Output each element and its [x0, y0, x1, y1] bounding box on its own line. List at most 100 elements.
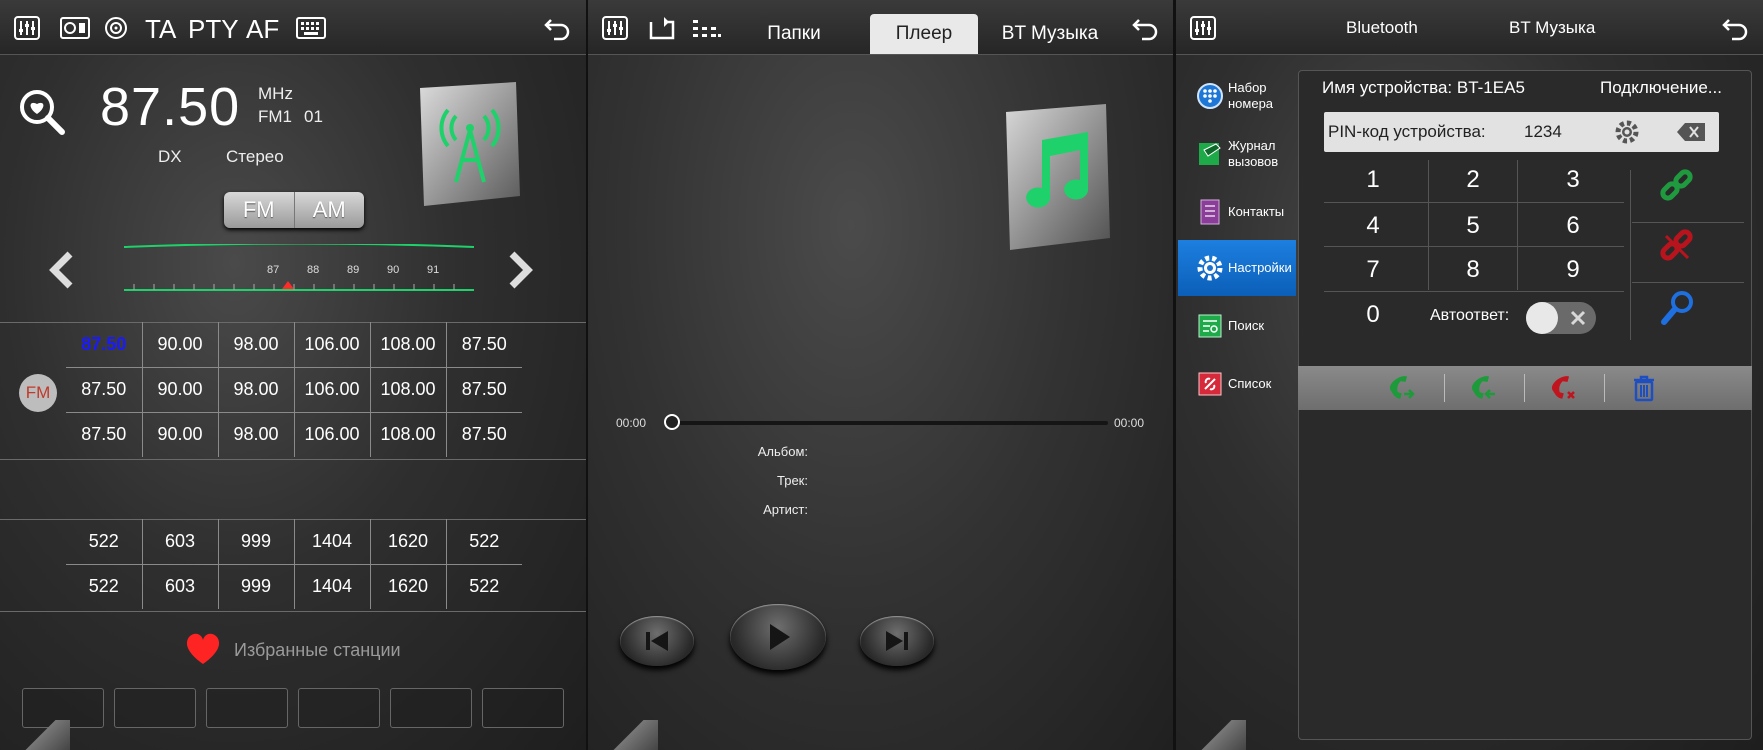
sidebar-item-contacts[interactable]: Контакты	[1178, 184, 1296, 240]
unit-label: MHz	[258, 84, 293, 103]
sidebar-item-search[interactable]: Поиск	[1178, 298, 1296, 354]
sidebar-item-list[interactable]: Список	[1178, 356, 1296, 412]
band-switch: FM AM	[224, 192, 364, 228]
key-9[interactable]: 9	[1528, 248, 1618, 292]
preset-cell[interactable]: 90.00	[141, 322, 218, 367]
backspace-icon[interactable]	[1676, 122, 1706, 142]
auto-answer-toggle[interactable]	[1526, 302, 1596, 334]
end-call-icon[interactable]	[1548, 374, 1578, 402]
gear-icon[interactable]	[1614, 119, 1640, 145]
preset-cell[interactable]: 108.00	[369, 411, 446, 457]
frequency-scale[interactable]	[123, 242, 475, 292]
preset-cell[interactable]: 87.50	[66, 322, 142, 367]
back-icon[interactable]	[544, 16, 572, 42]
progress-knob[interactable]	[664, 414, 680, 430]
key-2[interactable]: 2	[1428, 158, 1518, 202]
ta-button[interactable]: TA	[145, 14, 176, 45]
favorite-slot[interactable]	[114, 688, 196, 728]
tab-bt-music[interactable]: BT Музыка	[988, 14, 1112, 54]
bluetooth-topbar	[1176, 0, 1763, 55]
preset-cell[interactable]: 999	[217, 563, 294, 609]
previous-button[interactable]	[620, 616, 694, 666]
scan-icon[interactable]	[104, 16, 128, 40]
preset-cell[interactable]: 98.00	[217, 411, 294, 457]
sidebar-item-dialpad[interactable]: Набор номера	[1178, 68, 1296, 124]
search-device-icon[interactable]	[1660, 290, 1694, 326]
favorite-slot[interactable]	[298, 688, 380, 728]
transfer-call-icon[interactable]	[1468, 374, 1498, 402]
playlist-icon[interactable]	[692, 18, 722, 40]
keyboard-icon[interactable]	[296, 16, 326, 40]
preset-cell[interactable]: 98.00	[217, 322, 294, 367]
af-button[interactable]: AF	[246, 14, 279, 45]
answer-call-icon[interactable]	[1386, 374, 1416, 402]
preset-cell[interactable]: 108.00	[369, 366, 446, 412]
disconnect-link-icon[interactable]	[1660, 228, 1694, 264]
next-button[interactable]	[860, 616, 934, 666]
favorite-slot[interactable]	[482, 688, 564, 728]
keypad-divider	[1324, 246, 1624, 247]
preset-cell[interactable]: 87.50	[445, 322, 522, 367]
key-5[interactable]: 5	[1428, 204, 1518, 248]
tab-player[interactable]: Плеер	[870, 14, 978, 54]
play-button[interactable]	[730, 604, 826, 670]
key-0[interactable]: 0	[1328, 293, 1418, 337]
preset-cell[interactable]: 106.00	[293, 322, 370, 367]
preset-cell[interactable]: 603	[141, 519, 218, 564]
preset-cell[interactable]: 108.00	[369, 322, 446, 367]
preset-cell[interactable]: 90.00	[141, 411, 218, 457]
preset-cell[interactable]: 87.50	[66, 411, 142, 457]
radio-device-icon[interactable]	[60, 16, 90, 40]
preset-cell[interactable]: 90.00	[141, 366, 218, 412]
preset-cell[interactable]: 522	[66, 519, 142, 564]
equalizer-icon[interactable]	[1190, 16, 1216, 40]
search-favorite-icon[interactable]	[18, 88, 66, 136]
preset-cell[interactable]: 106.00	[293, 411, 370, 457]
sidebar-item-settings[interactable]: Настройки	[1178, 240, 1296, 296]
seek-down-icon[interactable]	[46, 250, 76, 290]
preset-cell[interactable]: 87.50	[66, 366, 142, 412]
preset-cell[interactable]: 1404	[293, 563, 370, 609]
preset-cell[interactable]: 1620	[369, 519, 446, 564]
key-3[interactable]: 3	[1528, 158, 1618, 202]
equalizer-icon[interactable]	[602, 16, 628, 40]
trash-icon[interactable]	[1632, 374, 1656, 402]
am-band-button[interactable]: AM	[293, 192, 365, 228]
tab-folders[interactable]: Папки	[748, 14, 840, 54]
favorite-slot[interactable]	[206, 688, 288, 728]
pin-field[interactable]: PIN-код устройства: 1234	[1324, 112, 1719, 152]
key-6[interactable]: 6	[1528, 204, 1618, 248]
fm-band-badge[interactable]: FM	[19, 374, 57, 412]
preset-cell[interactable]: 522	[445, 519, 522, 564]
key-8[interactable]: 8	[1428, 248, 1518, 292]
sidebar-item-call-log[interactable]: Журнал вызовов	[1178, 126, 1296, 182]
key-7[interactable]: 7	[1328, 248, 1418, 292]
preset-cell[interactable]: 522	[445, 563, 522, 609]
tab-bt-music[interactable]: BT Музыка	[1509, 18, 1595, 38]
heart-icon[interactable]	[184, 632, 222, 666]
progress-track[interactable]	[672, 421, 1108, 425]
favorite-slot[interactable]	[390, 688, 472, 728]
seek-up-icon[interactable]	[506, 250, 536, 290]
preset-cell[interactable]: 603	[141, 563, 218, 609]
preset-cell[interactable]: 999	[217, 519, 294, 564]
key-1[interactable]: 1	[1328, 158, 1418, 202]
preset-cell[interactable]: 522	[66, 563, 142, 609]
equalizer-icon[interactable]	[14, 16, 40, 40]
preset-cell[interactable]: 106.00	[293, 366, 370, 412]
connect-link-icon[interactable]	[1660, 168, 1694, 204]
tab-bluetooth[interactable]: Bluetooth	[1346, 18, 1418, 38]
scale-tick-label: 87	[267, 264, 280, 276]
preset-cell[interactable]: 98.00	[217, 366, 294, 412]
preset-cell[interactable]: 87.50	[445, 366, 522, 412]
preset-cell[interactable]: 87.50	[445, 411, 522, 457]
key-4[interactable]: 4	[1328, 204, 1418, 248]
preset-cell[interactable]: 1620	[369, 563, 446, 609]
fm-preset-grid: 87.50 90.00 98.00 106.00 108.00 87.50 87.50 90…	[66, 322, 522, 457]
back-icon[interactable]	[1132, 16, 1160, 42]
preset-cell[interactable]: 1404	[293, 519, 370, 564]
back-icon[interactable]	[1722, 16, 1750, 42]
repeat-icon[interactable]	[648, 16, 676, 40]
fm-band-button[interactable]: FM	[224, 192, 294, 228]
pty-button[interactable]: PTY	[188, 14, 239, 45]
